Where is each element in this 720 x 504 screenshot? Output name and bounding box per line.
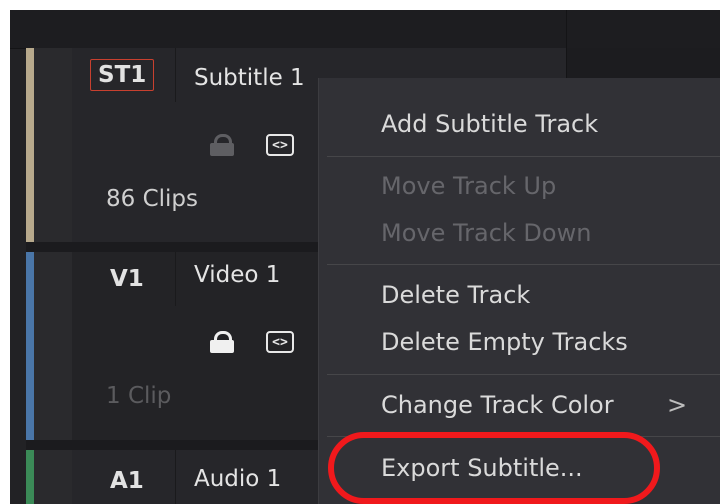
- chevron-right-icon: >: [667, 391, 688, 419]
- menu-item-add-subtitle-track[interactable]: Add Subtitle Track: [381, 110, 598, 138]
- menu-item-delete-empty-tracks[interactable]: Delete Empty Tracks: [381, 328, 628, 356]
- lock-icon[interactable]: [210, 134, 234, 156]
- clip-count-st1: 86 Clips: [106, 186, 198, 212]
- menu-item-move-track-up[interactable]: Move Track Up: [381, 172, 556, 200]
- menu-item-change-track-color[interactable]: Change Track Color: [381, 391, 614, 419]
- code-icon[interactable]: <>: [266, 134, 294, 156]
- track-name-st1[interactable]: Subtitle 1: [194, 65, 305, 91]
- track-id-st1[interactable]: ST1: [90, 59, 155, 91]
- track-id-v1[interactable]: V1: [110, 266, 144, 292]
- track-id-a1[interactable]: A1: [110, 468, 144, 494]
- menu-separator: [327, 264, 720, 265]
- highlight-ring: [328, 432, 660, 504]
- timeline-header: [10, 10, 720, 49]
- lock-icon[interactable]: [210, 331, 234, 353]
- code-icon[interactable]: <>: [266, 331, 294, 353]
- track-id-cell-a1: A1: [72, 450, 176, 504]
- track-gutter-v1: [34, 252, 73, 440]
- track-id-cell-v1: V1: [72, 252, 176, 306]
- clip-count-v1: 1 Clip: [106, 383, 172, 409]
- header-divider: [566, 10, 567, 48]
- track-gutter-st1: [34, 48, 73, 242]
- track-gutter-a1: [34, 450, 73, 504]
- menu-item-move-track-down[interactable]: Move Track Down: [381, 219, 591, 247]
- track-color-strip-a1: [26, 450, 34, 504]
- menu-separator: [327, 156, 720, 157]
- menu-item-delete-track[interactable]: Delete Track: [381, 281, 530, 309]
- track-color-strip-st1: [26, 48, 34, 242]
- track-name-v1[interactable]: Video 1: [194, 262, 280, 288]
- track-name-a1[interactable]: Audio 1: [194, 466, 281, 492]
- track-id-cell-st1: ST1: [72, 48, 176, 102]
- track-color-strip-v1: [26, 252, 34, 440]
- menu-separator: [327, 374, 720, 375]
